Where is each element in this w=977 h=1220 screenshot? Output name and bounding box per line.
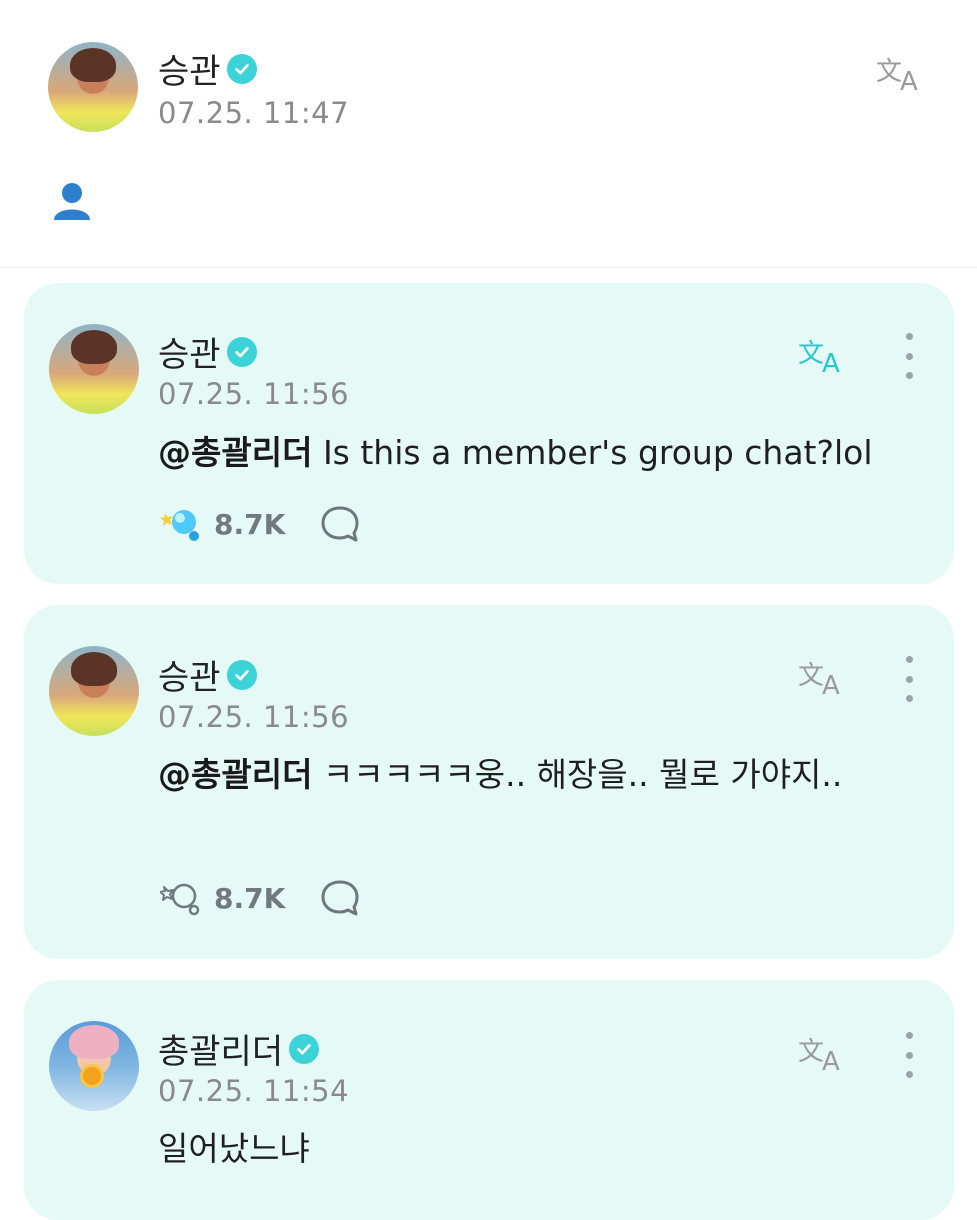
author-name[interactable]: 승관 bbox=[158, 44, 257, 93]
svg-text:文: 文 bbox=[798, 1037, 824, 1067]
like-lightstick-icon bbox=[160, 510, 199, 541]
comment-timestamp: 07.25. 11:56 bbox=[158, 700, 350, 734]
like-button[interactable]: 8.7K bbox=[160, 878, 285, 918]
svg-text:文: 文 bbox=[876, 57, 902, 87]
comment-timestamp: 07.25. 11:54 bbox=[158, 1074, 350, 1108]
svg-text:A: A bbox=[822, 349, 840, 374]
translate-icon[interactable]: 文 A bbox=[796, 656, 850, 696]
comment-text: 일어났느냐 bbox=[158, 1129, 310, 1168]
more-options-icon[interactable] bbox=[897, 333, 921, 379]
verified-badge-icon bbox=[289, 1033, 320, 1064]
comment-text: @총괄리더 Is this a member's group chat?lol bbox=[158, 428, 918, 478]
mention-link[interactable]: @총괄리더 bbox=[158, 755, 312, 794]
like-lightstick-icon bbox=[160, 883, 200, 916]
svg-text:A: A bbox=[822, 671, 840, 696]
more-options-icon[interactable] bbox=[897, 1032, 921, 1078]
comment-text: @총괄리더 ㅋㅋㅋㅋㅋ웅.. 해장을.. 뭘로 가야지.. bbox=[158, 750, 878, 800]
author-name-label: 승관 bbox=[158, 52, 221, 92]
author-name-label: 총괄리더 bbox=[158, 1032, 284, 1072]
person-emoji-icon bbox=[54, 183, 90, 220]
author-name[interactable]: 총괄리더 bbox=[158, 1024, 320, 1073]
svg-text:A: A bbox=[900, 67, 918, 92]
author-name-label: 승관 bbox=[158, 658, 221, 698]
more-options-icon[interactable] bbox=[897, 656, 921, 702]
author-name-label: 승관 bbox=[158, 335, 221, 375]
comment-body: Is this a member's group chat?lol bbox=[312, 433, 873, 472]
mention-link[interactable]: @총괄리더 bbox=[158, 433, 312, 472]
translate-icon[interactable]: 文 A bbox=[796, 1032, 850, 1072]
comment-body: ㅋㅋㅋㅋㅋ웅.. 해장을.. 뭘로 가야지.. bbox=[312, 755, 843, 794]
like-button[interactable]: 8.7K bbox=[160, 504, 285, 544]
verified-badge-icon bbox=[226, 53, 257, 84]
comment-bubble-icon[interactable] bbox=[320, 504, 360, 544]
translate-icon[interactable]: 文 A bbox=[796, 334, 850, 374]
comment-bubble-icon[interactable] bbox=[320, 878, 360, 918]
divider bbox=[0, 267, 977, 268]
svg-text:A: A bbox=[822, 1047, 840, 1072]
avatar[interactable] bbox=[48, 42, 138, 132]
avatar[interactable] bbox=[49, 324, 139, 414]
comment-timestamp: 07.25. 11:56 bbox=[158, 377, 350, 411]
verified-badge-icon bbox=[226, 336, 257, 367]
post-timestamp: 07.25. 11:47 bbox=[158, 96, 350, 130]
like-count: 8.7K bbox=[214, 881, 286, 915]
avatar[interactable] bbox=[49, 1021, 139, 1111]
translate-icon[interactable]: 文 A bbox=[874, 52, 928, 92]
svg-text:文: 文 bbox=[798, 661, 824, 691]
author-name[interactable]: 승관 bbox=[158, 650, 257, 699]
like-count: 8.7K bbox=[214, 507, 286, 541]
avatar[interactable] bbox=[49, 646, 139, 736]
svg-text:文: 文 bbox=[798, 339, 824, 369]
author-name[interactable]: 승관 bbox=[158, 327, 257, 376]
verified-badge-icon bbox=[226, 659, 257, 690]
